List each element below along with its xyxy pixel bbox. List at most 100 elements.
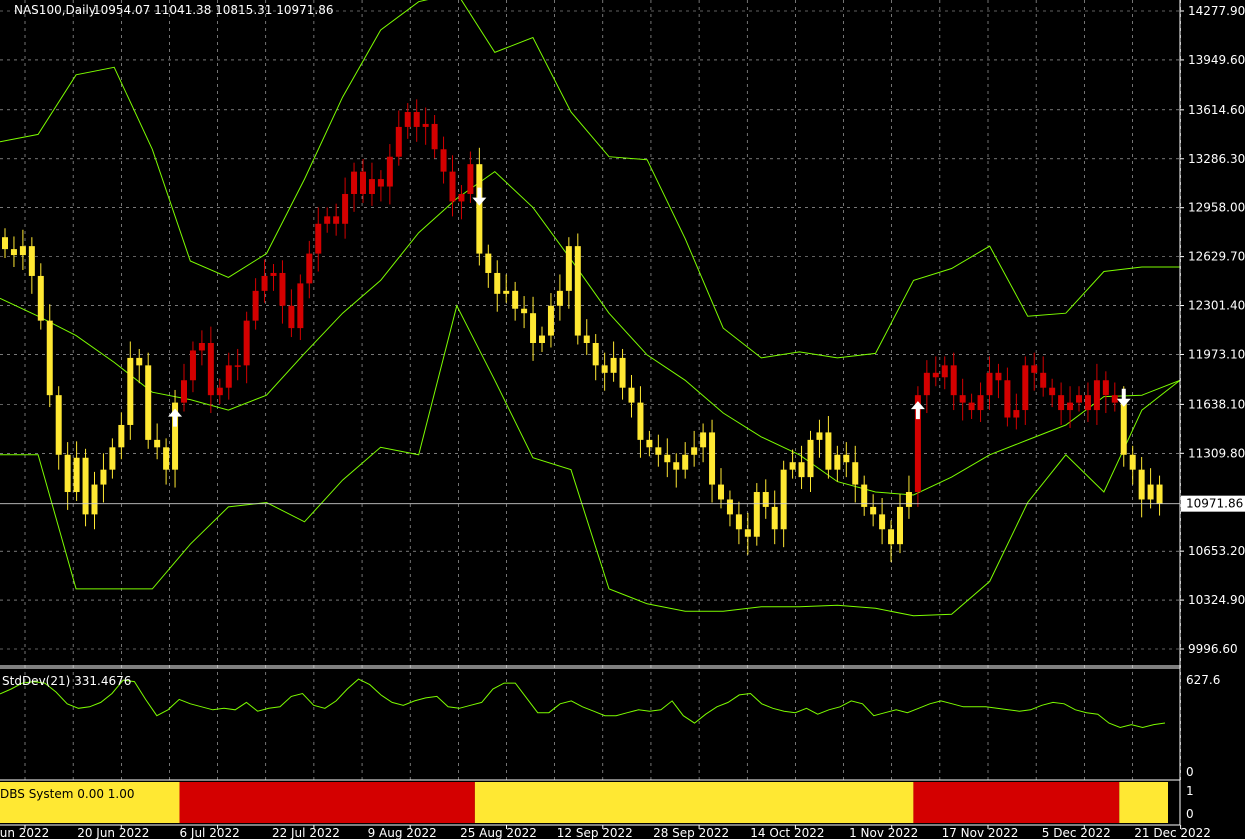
candle-body <box>279 272 286 306</box>
dbs-segment <box>913 782 1120 823</box>
candle-body <box>932 372 939 378</box>
candle-body <box>189 350 196 381</box>
price-tick-label: 11638.10 <box>1188 397 1245 411</box>
candle-body <box>118 424 125 448</box>
candle-body <box>1120 402 1127 455</box>
candle-body <box>1084 395 1091 411</box>
candle-body <box>181 380 187 403</box>
candle-body <box>852 462 859 485</box>
candle-body <box>261 275 268 291</box>
candle-body <box>1013 410 1020 418</box>
candle-body <box>879 514 886 530</box>
candle-body <box>351 171 358 194</box>
candle-body <box>270 272 277 276</box>
candle-body <box>825 432 832 470</box>
candle-body <box>136 357 143 366</box>
candle-body <box>1147 484 1154 500</box>
dbs-segment <box>179 782 475 823</box>
price-tick-label: 9996.60 <box>1188 642 1238 656</box>
candle-body <box>592 343 599 366</box>
dbs-top-label: 1 <box>1186 784 1194 798</box>
candle-body <box>664 454 671 463</box>
candle-body <box>440 149 447 172</box>
candle-body <box>1156 484 1163 504</box>
price-tick-label: 13949.60 <box>1188 53 1245 67</box>
candle-body <box>682 454 689 470</box>
candle-body <box>64 454 71 493</box>
candle-body <box>333 216 340 224</box>
ohlc-header: 10954.07 11041.38 10815.31 10971.86 <box>93 3 333 17</box>
candle-body <box>234 365 241 367</box>
candlesticks <box>2 99 1163 563</box>
candle-body <box>252 290 259 321</box>
price-tick-label: 12958.00 <box>1188 201 1245 215</box>
candle-body <box>458 193 465 202</box>
candle-body <box>377 179 384 187</box>
candle-body <box>521 308 528 314</box>
candle-body <box>324 216 331 224</box>
candle-body <box>870 506 877 515</box>
candle-body <box>1004 380 1011 418</box>
candle-body <box>574 246 581 336</box>
candle-body <box>735 514 742 530</box>
candle-body <box>601 365 608 373</box>
candle-body <box>10 249 17 256</box>
candle-body <box>1138 469 1145 500</box>
candle-body <box>216 387 223 396</box>
candle-body <box>1093 380 1100 411</box>
candle-body <box>1076 395 1082 403</box>
sell-arrow-icon <box>1116 388 1131 407</box>
symbol-header: NAS100,Daily <box>14 3 96 17</box>
candle-body <box>449 171 456 202</box>
candle-body <box>225 365 232 388</box>
candle-body <box>315 223 322 254</box>
candle-body <box>476 164 483 254</box>
price-tick-label: 13614.60 <box>1188 103 1245 117</box>
candle-body <box>646 439 653 448</box>
date-tick-label: 5 Dec 2022 <box>1042 826 1111 839</box>
candle-body <box>941 365 948 378</box>
stddev-line <box>0 678 1166 729</box>
price-tick-label: 11309.80 <box>1188 446 1245 460</box>
date-tick-label: 14 Oct 2022 <box>750 826 824 839</box>
dbs-bottom-label: 0 <box>1186 807 1194 821</box>
candle-body <box>995 372 1002 381</box>
candle-body <box>637 402 644 440</box>
candle-body <box>539 335 545 344</box>
candle-body <box>619 357 626 388</box>
candle-body <box>753 492 760 537</box>
candle-body <box>395 126 402 157</box>
price-tick-label: 13286.30 <box>1188 152 1245 166</box>
candle-body <box>807 439 814 478</box>
candle-body <box>628 387 635 403</box>
candle-body <box>744 529 751 537</box>
price-tick-label: 10653.20 <box>1188 544 1245 558</box>
buy-arrow-icon <box>168 408 183 427</box>
candle-body <box>368 179 375 194</box>
candle-body <box>923 372 930 396</box>
candle-body <box>109 447 116 470</box>
stddev-label: StdDev(21) 331.4676 <box>2 674 131 688</box>
candle-body <box>1049 387 1056 396</box>
candle-body <box>789 462 796 470</box>
price-tick-label: 12301.40 <box>1188 299 1245 313</box>
candle-body <box>494 272 501 294</box>
dbs-segment <box>1119 782 1168 823</box>
candle-body <box>583 335 590 344</box>
candle-body <box>422 123 429 127</box>
candle-body <box>565 246 572 291</box>
candle-body <box>762 492 769 507</box>
stddev-min-label: 0 <box>1186 765 1194 779</box>
candle-body <box>1067 402 1074 411</box>
date-tick-label: 12 Sep 2022 <box>557 826 633 839</box>
candle-body <box>28 246 35 276</box>
candle-body <box>512 290 519 309</box>
dbs-segment <box>474 782 914 823</box>
candle-body <box>700 432 707 448</box>
candle-body <box>691 447 698 455</box>
candle-body <box>467 164 474 194</box>
candle-body <box>100 469 107 485</box>
candle-body <box>905 492 912 507</box>
candle-body <box>1022 365 1029 411</box>
candle-body <box>843 454 850 463</box>
